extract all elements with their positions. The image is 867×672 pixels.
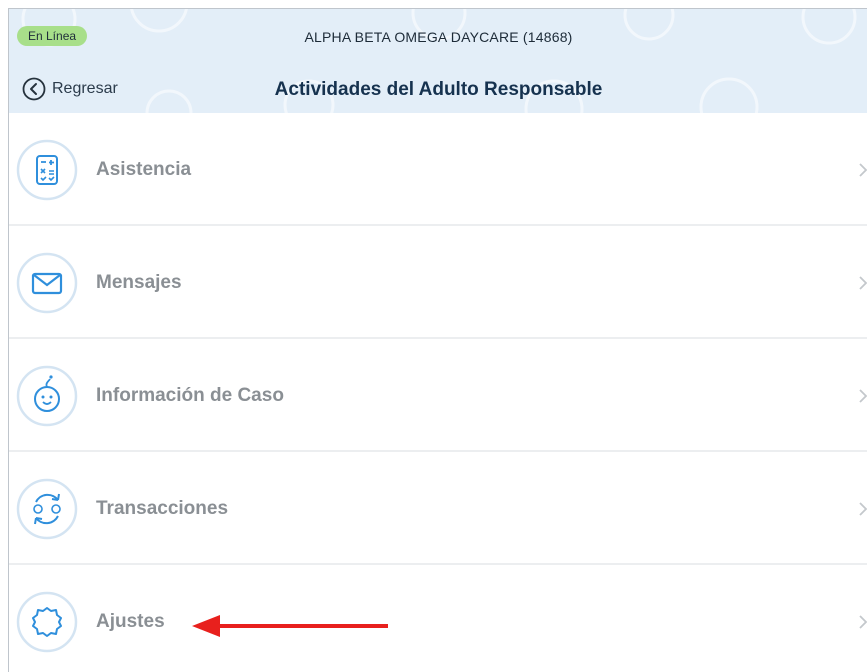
chevron-right-icon	[859, 388, 867, 403]
annotation-arrow-icon	[192, 615, 388, 637]
envelope-icon	[16, 252, 78, 314]
exchange-cycle-icon	[16, 478, 78, 540]
menu-item-informacion-de-caso[interactable]: Información de Caso	[9, 339, 867, 452]
menu-item-label: Ajustes	[96, 610, 165, 632]
daycare-name: ALPHA BETA OMEGA DAYCARE (14868)	[304, 29, 573, 45]
gear-icon	[16, 591, 78, 653]
app-header: En Línea ALPHA BETA OMEGA DAYCARE (14868…	[9, 9, 867, 113]
menu-item-ajustes[interactable]: Ajustes	[9, 565, 867, 672]
page-title: Actividades del Adulto Responsable	[274, 79, 603, 100]
baby-face-icon	[16, 365, 78, 427]
calculator-icon	[16, 139, 78, 201]
menu-item-transacciones[interactable]: Transacciones	[9, 452, 867, 565]
menu-item-label: Transacciones	[96, 497, 229, 519]
chevron-right-icon	[859, 162, 867, 177]
menu-item-asistencia[interactable]: Asistencia	[9, 113, 867, 226]
menu-item-label: Asistencia	[96, 158, 192, 180]
menu-item-mensajes[interactable]: Mensajes	[9, 226, 867, 339]
chevron-right-icon	[859, 501, 867, 516]
chevron-right-icon	[859, 275, 867, 290]
menu-item-label: Información de Caso	[96, 384, 284, 406]
activities-menu: Asistencia Mensajes Información de Caso …	[9, 113, 867, 672]
chevron-right-icon	[859, 614, 867, 629]
app-window: En Línea ALPHA BETA OMEGA DAYCARE (14868…	[8, 8, 867, 672]
menu-item-label: Mensajes	[96, 271, 182, 293]
